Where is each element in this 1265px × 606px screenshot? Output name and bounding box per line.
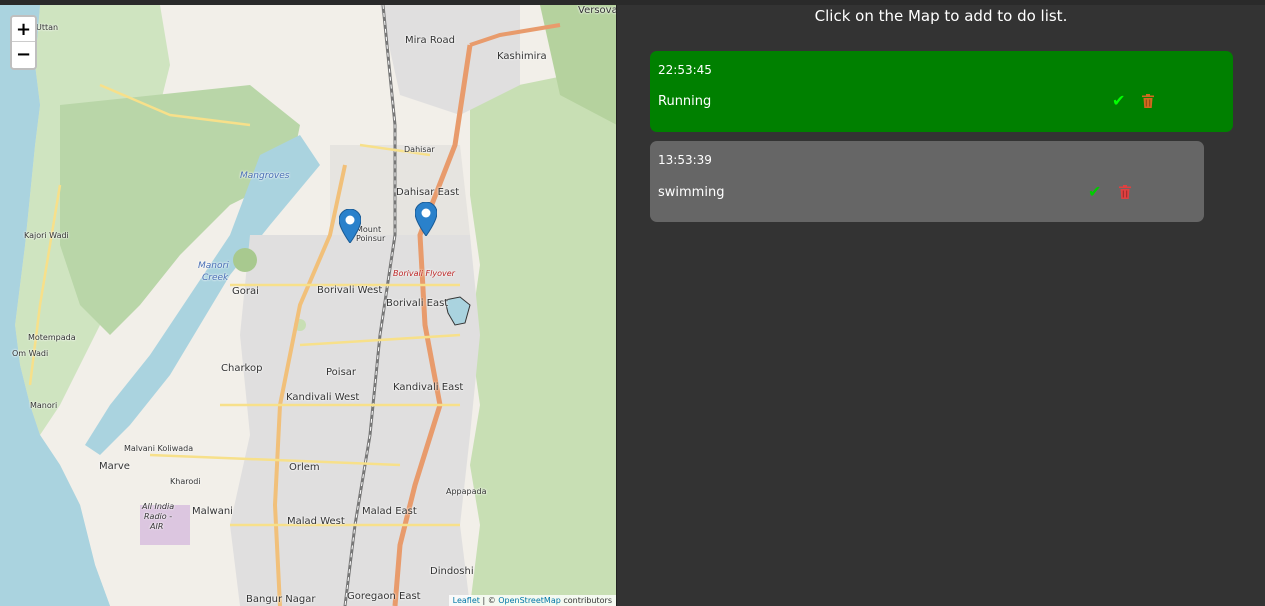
place-label: Malad West bbox=[287, 516, 345, 527]
trash-icon[interactable] bbox=[1142, 94, 1154, 108]
place-label: Orlem bbox=[289, 462, 320, 473]
zoom-in-button[interactable]: + bbox=[12, 17, 35, 42]
place-label: Gorai bbox=[232, 286, 259, 297]
place-label: Mira Road bbox=[405, 35, 455, 46]
place-label: Malad East bbox=[362, 506, 417, 517]
place-label: Mangroves bbox=[240, 171, 290, 181]
place-label: Motempada bbox=[28, 333, 76, 342]
place-label: Dindoshi bbox=[430, 566, 474, 577]
todo-item: 22:53:45 Running ✔ bbox=[650, 51, 1233, 132]
trash-icon[interactable] bbox=[1119, 185, 1131, 199]
place-label: Malvani Koliwada bbox=[124, 444, 194, 453]
attribution-separator: | © bbox=[479, 596, 499, 605]
place-label: Creek bbox=[202, 273, 229, 283]
place-label: Kandivali West bbox=[286, 392, 360, 403]
place-label: Manori bbox=[198, 261, 229, 271]
check-icon[interactable]: ✔ bbox=[1088, 182, 1101, 201]
map-attribution: Leaflet | © OpenStreetMap contributors bbox=[448, 595, 616, 606]
place-label: Poisar bbox=[326, 367, 357, 378]
place-label: All India bbox=[142, 502, 175, 511]
todo-time: 22:53:45 bbox=[658, 63, 712, 77]
osm-link[interactable]: OpenStreetMap bbox=[498, 596, 561, 605]
place-label: Bangur Nagar bbox=[246, 594, 316, 605]
place-label: Om Wadi bbox=[12, 349, 49, 358]
map-marker-icon[interactable] bbox=[415, 202, 437, 236]
zoom-out-button[interactable]: − bbox=[12, 42, 35, 67]
place-label: Kandivali East bbox=[393, 382, 464, 393]
todo-text: Running bbox=[658, 94, 712, 109]
place-label: Borivali Flyover bbox=[393, 269, 455, 278]
place-label: Charkop bbox=[221, 363, 263, 374]
todo-time: 13:53:39 bbox=[658, 153, 712, 167]
map[interactable]: Versova Mira Road Kashimira Uttan Mangro… bbox=[0, 5, 617, 606]
zoom-control: + − bbox=[10, 15, 37, 70]
place-label: Malwani bbox=[192, 506, 233, 517]
place-label: Borivali East bbox=[386, 298, 449, 309]
todo-text: swimming bbox=[658, 185, 725, 200]
todo-item: 13:53:39 swimming ✔ bbox=[650, 141, 1204, 222]
place-label: Kajori Wadi bbox=[24, 231, 69, 240]
place-label: Goregaon East bbox=[347, 591, 421, 602]
place-label: AIR bbox=[150, 522, 164, 531]
page-heading: Click on the Map to add to do list. bbox=[814, 7, 1068, 25]
place-label: Kharodi bbox=[170, 477, 201, 486]
attribution-suffix: contributors bbox=[560, 596, 612, 605]
place-label: Appapada bbox=[446, 487, 487, 496]
place-label: Dahisar East bbox=[396, 187, 460, 198]
place-label: Radio - bbox=[144, 512, 173, 521]
app: Versova Mira Road Kashimira Uttan Mangro… bbox=[0, 0, 1265, 606]
place-label: Dahisar bbox=[404, 145, 435, 154]
leaflet-link[interactable]: Leaflet bbox=[453, 596, 480, 605]
check-icon[interactable]: ✔ bbox=[1112, 91, 1125, 110]
place-label: Borivali West bbox=[317, 285, 383, 296]
place-label: Marve bbox=[99, 461, 130, 472]
place-label: Kashimira bbox=[497, 51, 547, 62]
place-label: Uttan bbox=[36, 23, 59, 32]
place-label: Manori bbox=[30, 401, 58, 410]
map-marker-icon[interactable] bbox=[339, 209, 361, 243]
place-label: Versova bbox=[578, 5, 617, 16]
